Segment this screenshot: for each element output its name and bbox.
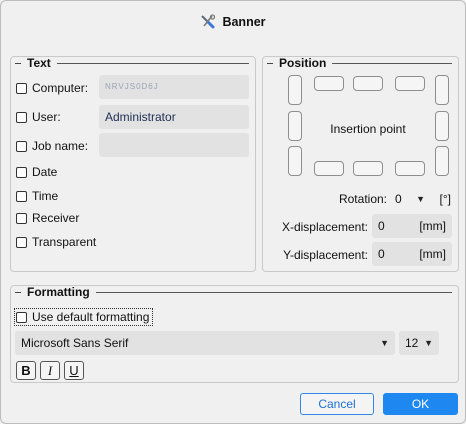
date-label: Date (32, 165, 58, 179)
banner-dialog: Banner Text Computer: NRVJS0D6J User: Ad… (0, 0, 466, 424)
font-dropdown[interactable]: Microsoft Sans Serif ▼ (15, 331, 395, 355)
chevron-down-icon: ▼ (380, 338, 389, 348)
bold-button[interactable]: B (16, 361, 36, 380)
font-value: Microsoft Sans Serif (21, 336, 129, 350)
use-default-formatting-checkbox[interactable]: Use default formatting (16, 310, 149, 324)
italic-icon: I (47, 362, 53, 378)
anchor-top-center-button[interactable] (353, 76, 383, 91)
text-group-header: Text (15, 56, 249, 70)
y-displacement-input[interactable]: 0 [mm] (372, 242, 452, 266)
receiver-label: Receiver (32, 211, 80, 225)
user-field: Administrator (99, 105, 249, 129)
job-name-checkbox-box[interactable] (16, 140, 27, 152)
computer-checkbox-box[interactable] (16, 82, 27, 94)
anchor-left-top-button[interactable] (288, 75, 302, 105)
x-displacement-value: 0 (378, 219, 385, 233)
date-checkbox[interactable]: Date (16, 165, 57, 179)
receiver-checkbox[interactable]: Receiver (16, 211, 79, 225)
formatting-group-header: Formatting (15, 285, 452, 299)
rotation-unit: [°] (439, 192, 451, 206)
user-checkbox[interactable]: User: (16, 110, 61, 124)
font-size-value: 12 (405, 336, 419, 350)
transparent-checkbox[interactable]: Transparent (16, 235, 96, 249)
computer-checkbox[interactable]: Computer: (16, 81, 88, 95)
anchor-bottom-left-button[interactable] (314, 161, 344, 176)
x-displacement-input[interactable]: 0 [mm] (372, 214, 452, 238)
position-group-title: Position (279, 56, 327, 70)
banner-tools-icon (201, 14, 216, 29)
italic-button[interactable]: I (40, 361, 60, 380)
time-checkbox-box[interactable] (16, 190, 27, 202)
position-group-header: Position (267, 56, 452, 70)
chevron-down-icon: ▼ (416, 194, 426, 204)
text-group-title: Text (27, 56, 51, 70)
underline-icon: U (69, 363, 79, 378)
computer-label: Computer: (32, 81, 89, 95)
dialog-title: Banner (222, 15, 266, 29)
formatting-group-title: Formatting (27, 285, 90, 299)
computer-field: NRVJS0D6J (99, 75, 249, 99)
rotation-label: Rotation: (338, 192, 387, 206)
cancel-button[interactable]: Cancel (300, 393, 374, 415)
use-default-formatting-label: Use default formatting (32, 310, 150, 324)
rotation-value: 0 (395, 192, 402, 206)
rotation-dropdown[interactable]: 0 ▼ [°] (392, 187, 454, 211)
user-label: User: (32, 110, 61, 124)
y-displacement-value: 0 (378, 247, 385, 261)
x-displacement-label: X-displacement: (281, 220, 368, 234)
anchor-top-right-button[interactable] (395, 76, 425, 91)
anchor-bottom-right-button[interactable] (395, 161, 425, 176)
anchor-top-left-button[interactable] (314, 76, 344, 91)
anchor-left-middle-button[interactable] (288, 111, 302, 141)
time-checkbox[interactable]: Time (16, 189, 58, 203)
x-displacement-unit: [mm] (419, 219, 446, 233)
anchor-right-top-button[interactable] (435, 75, 449, 105)
text-group: Text Computer: NRVJS0D6J User: Administr… (10, 56, 256, 272)
user-checkbox-box[interactable] (16, 111, 27, 123)
position-group: Position Insertion point Rotation: 0 ▼ [… (262, 56, 459, 272)
anchor-left-bottom-button[interactable] (288, 146, 302, 176)
font-size-dropdown[interactable]: 12 ▼ (399, 331, 439, 355)
time-label: Time (32, 189, 59, 203)
use-default-formatting-box[interactable] (16, 311, 27, 323)
y-displacement-label: Y-displacement: (283, 248, 368, 262)
title-bar: Banner (1, 9, 465, 35)
bold-icon: B (21, 363, 31, 378)
insertion-point-label: Insertion point (330, 122, 406, 136)
formatting-group: Formatting Use default formatting Micros… (10, 285, 459, 383)
anchor-bottom-center-button[interactable] (353, 161, 383, 176)
transparent-checkbox-box[interactable] (16, 236, 27, 248)
date-checkbox-box[interactable] (16, 166, 27, 178)
transparent-label: Transparent (32, 235, 97, 249)
anchor-right-bottom-button[interactable] (435, 146, 449, 176)
chevron-down-icon: ▼ (424, 338, 433, 348)
ok-button[interactable]: OK (383, 393, 458, 415)
y-displacement-unit: [mm] (419, 247, 446, 261)
job-name-field[interactable] (99, 133, 249, 157)
underline-button[interactable]: U (64, 361, 84, 380)
job-name-checkbox[interactable]: Job name: (16, 139, 88, 153)
receiver-checkbox-box[interactable] (16, 212, 27, 224)
anchor-right-middle-button[interactable] (435, 111, 449, 141)
job-name-label: Job name: (32, 139, 89, 153)
